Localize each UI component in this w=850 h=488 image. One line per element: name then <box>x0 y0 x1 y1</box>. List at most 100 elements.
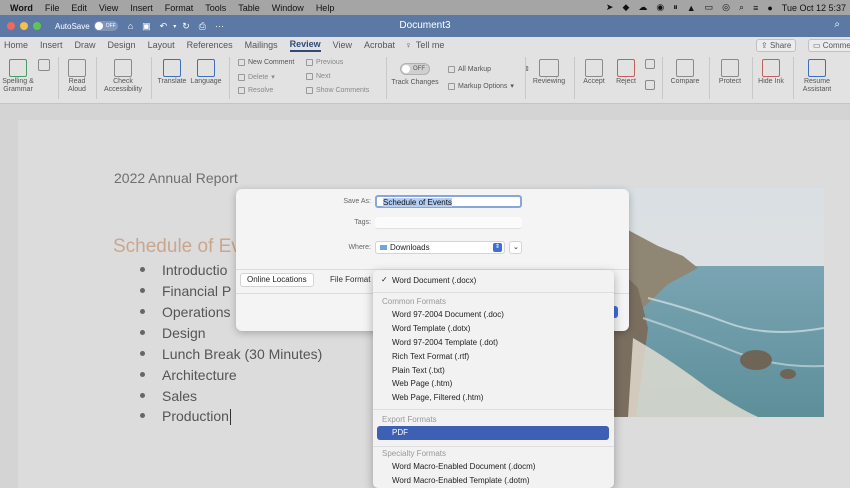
list-item: Production <box>140 408 231 426</box>
control-center-icon[interactable]: ≡ <box>753 3 758 13</box>
menu-edit[interactable]: Edit <box>71 3 87 13</box>
clock[interactable]: Tue Oct 12 5:37 <box>782 3 846 13</box>
share-button[interactable]: ⇪ Share <box>756 39 797 52</box>
tab-draw[interactable]: Draw <box>75 40 96 50</box>
search-document-icon[interactable]: ⌕ <box>834 19 840 30</box>
spelling-label: Spelling & Grammar <box>2 78 34 93</box>
divider <box>386 57 387 99</box>
compare-button[interactable]: Compare <box>666 59 704 86</box>
divider <box>662 57 663 99</box>
cast-icon[interactable]: ◎ <box>722 2 730 13</box>
thesaurus-button[interactable] <box>36 59 52 72</box>
track-changes-button[interactable]: OFF Track Changes <box>391 63 439 87</box>
tags-input[interactable] <box>375 217 522 229</box>
reject-button[interactable]: Reject <box>612 59 640 86</box>
tab-acrobat[interactable]: Acrobat <box>364 40 395 50</box>
creative-cloud-icon[interactable]: ◉ <box>656 2 664 13</box>
format-option-docx[interactable]: Word Document (.docx) <box>392 275 476 287</box>
protect-button[interactable]: Protect <box>713 59 747 86</box>
cloud-icon[interactable]: ☁ <box>638 2 647 13</box>
save-as-input[interactable]: Schedule of Events <box>375 195 522 208</box>
undo-dropdown-icon[interactable]: ▾ <box>173 23 176 30</box>
home-icon[interactable]: ⌂ <box>128 21 133 31</box>
vpn-icon[interactable]: ▲ <box>687 3 696 13</box>
accept-button[interactable]: Accept <box>580 59 608 86</box>
location-icon[interactable]: ➤ <box>606 2 614 13</box>
tab-insert[interactable]: Insert <box>40 40 63 50</box>
menu-window[interactable]: Window <box>272 3 304 13</box>
tell-me-search[interactable]: Tell me <box>416 40 445 50</box>
autosave-state: OFF <box>105 23 116 29</box>
format-option-dotm[interactable]: Word Macro-Enabled Template (.dotm) <box>392 475 530 487</box>
expand-dialog-button[interactable]: ⌄ <box>509 241 522 254</box>
pause-icon[interactable]: ⏸ <box>673 2 678 13</box>
autosave-toggle[interactable]: OFF <box>93 21 118 31</box>
format-option-pdf[interactable]: PDF <box>377 426 609 440</box>
more-icon[interactable]: ··· <box>215 21 224 31</box>
format-option-docm[interactable]: Word Macro-Enabled Document (.docm) <box>392 461 535 473</box>
tab-layout[interactable]: Layout <box>148 40 175 50</box>
markup-options-button[interactable]: Markup Options ▾ <box>448 82 514 90</box>
previous-change-button[interactable] <box>643 59 657 70</box>
previous-comment-button[interactable]: Previous <box>306 59 343 66</box>
save-icon[interactable]: ▣ <box>142 21 151 32</box>
next-change-button[interactable] <box>643 80 657 91</box>
tab-home[interactable]: Home <box>4 40 28 50</box>
language-button[interactable]: Language <box>189 59 223 86</box>
translate-button[interactable]: Translate <box>155 59 189 86</box>
menu-format[interactable]: Format <box>165 3 194 13</box>
hide-ink-button[interactable]: Hide Ink <box>755 59 787 86</box>
dropbox-icon[interactable]: ◆ <box>622 2 629 13</box>
format-option-rtf[interactable]: Rich Text Format (.rtf) <box>392 351 469 363</box>
show-comments-button[interactable]: Show Comments <box>306 87 369 94</box>
search-icon[interactable]: ⌕ <box>739 2 744 13</box>
minimize-window-button[interactable] <box>20 22 28 30</box>
toggle-knob <box>402 65 410 73</box>
next-comment-button[interactable]: Next <box>306 73 330 80</box>
format-option-doc[interactable]: Word 97-2004 Document (.doc) <box>392 309 504 321</box>
bullet-icon <box>140 350 145 356</box>
resume-assistant-button[interactable]: Resume Assistant <box>798 59 836 94</box>
print-icon[interactable]: ⎙ <box>199 21 206 32</box>
battery-icon[interactable]: ▭ <box>705 2 714 13</box>
read-aloud-label: Read Aloud <box>68 78 86 93</box>
lock-icon <box>721 59 739 77</box>
delete-comment-button[interactable]: Delete ▾ <box>238 73 275 81</box>
bullet-icon <box>140 287 145 293</box>
all-markup-select[interactable]: All Markup ⇕ <box>448 65 530 73</box>
menu-table[interactable]: Table <box>238 3 260 13</box>
resolve-button[interactable]: Resolve <box>238 87 273 94</box>
menu-help[interactable]: Help <box>316 3 335 13</box>
where-select[interactable]: Downloads ⇕ <box>375 241 505 254</box>
menu-app-word[interactable]: Word <box>10 3 33 13</box>
check-accessibility-button[interactable]: Check Accessibility <box>100 59 146 94</box>
tab-mailings[interactable]: Mailings <box>245 40 278 50</box>
format-option-txt[interactable]: Plain Text (.txt) <box>392 365 445 377</box>
new-comment-button[interactable]: New Comment <box>238 59 294 66</box>
pdf-label: PDF <box>392 428 408 437</box>
tab-design[interactable]: Design <box>108 40 136 50</box>
format-option-htm[interactable]: Web Page (.htm) <box>392 378 452 390</box>
tab-review[interactable]: Review <box>289 39 321 52</box>
redo-icon[interactable]: ↻ <box>182 21 190 32</box>
menu-tools[interactable]: Tools <box>205 3 226 13</box>
read-aloud-button[interactable]: Read Aloud <box>63 59 91 94</box>
menu-file[interactable]: File <box>45 3 60 13</box>
tab-view[interactable]: View <box>333 40 352 50</box>
tab-references[interactable]: References <box>187 40 233 50</box>
track-changes-toggle[interactable]: OFF <box>400 63 430 75</box>
format-option-dotx[interactable]: Word Template (.dotx) <box>392 323 470 335</box>
export-formats-header: Export Formats <box>382 415 437 424</box>
zoom-window-button[interactable] <box>33 22 41 30</box>
reviewing-pane-button[interactable]: Reviewing <box>530 59 568 86</box>
format-option-dot[interactable]: Word 97-2004 Template (.dot) <box>392 337 498 349</box>
menu-view[interactable]: View <box>99 3 118 13</box>
comments-button[interactable]: ▭ Comments <box>808 39 850 52</box>
format-option-htm-filtered[interactable]: Web Page, Filtered (.htm) <box>392 392 483 404</box>
spelling-grammar-button[interactable]: Spelling & Grammar <box>2 59 34 94</box>
close-window-button[interactable] <box>7 22 15 30</box>
undo-icon[interactable]: ↶ <box>160 21 168 32</box>
siri-icon[interactable]: ● <box>767 3 772 13</box>
menu-insert[interactable]: Insert <box>130 3 153 13</box>
online-locations-button[interactable]: Online Locations <box>240 273 314 287</box>
